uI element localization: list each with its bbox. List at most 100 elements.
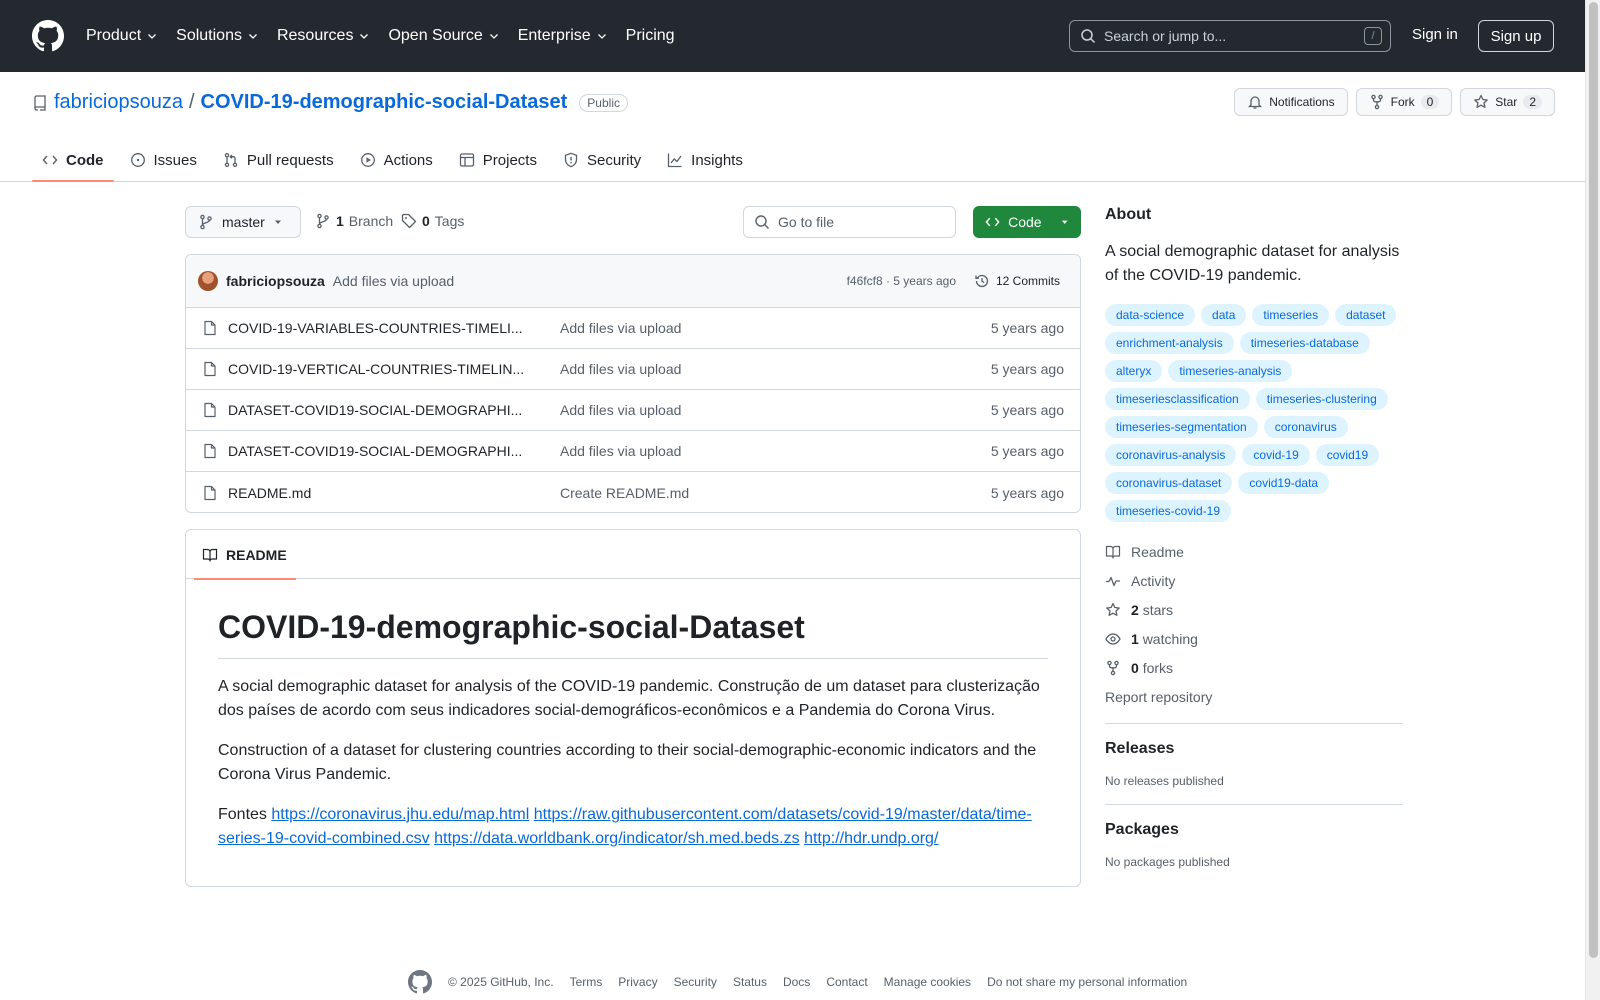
nav-open-source[interactable]: Open Source — [388, 27, 499, 45]
nav-enterprise[interactable]: Enterprise — [518, 27, 608, 45]
nav-solutions[interactable]: Solutions — [176, 27, 259, 45]
nav-product[interactable]: Product — [86, 27, 158, 45]
file-row[interactable]: DATASET-COVID19-SOCIAL-DEMOGRAPHI... Add… — [186, 390, 1080, 431]
topic-tag[interactable]: timeseries-covid-19 — [1105, 500, 1232, 522]
topic-tag[interactable]: covid19-data — [1238, 472, 1330, 494]
file-commit-message[interactable]: Create README.md — [560, 485, 689, 501]
topic-tag[interactable]: timeseries-segmentation — [1105, 416, 1258, 438]
repo-name-link[interactable]: COVID-19-demographic-social-Dataset — [201, 91, 568, 114]
topic-tag[interactable]: timeseries-database — [1239, 332, 1370, 354]
footer-link-manage-cookies[interactable]: Manage cookies — [884, 975, 971, 989]
about-sidebar: About A social demographic dataset for a… — [1105, 206, 1403, 885]
topic-tag[interactable]: enrichment-analysis — [1105, 332, 1234, 354]
branches-link[interactable]: 1 Branch — [315, 213, 393, 229]
commits-history-link[interactable]: 12 Commits — [974, 273, 1060, 289]
file-commit-message[interactable]: Add files via upload — [560, 443, 681, 459]
footer-link-security[interactable]: Security — [674, 975, 717, 989]
branch-icon — [200, 214, 212, 230]
fork-button[interactable]: Fork 0 — [1355, 88, 1453, 116]
topic-tag[interactable]: coronavirus-analysis — [1105, 444, 1237, 466]
topic-tag[interactable]: dataset — [1335, 304, 1397, 326]
caret-down-icon — [274, 220, 281, 224]
source-link[interactable]: http://hdr.undp.org/ — [804, 830, 938, 847]
graph-icon — [668, 153, 682, 168]
topic-tag[interactable]: alteryx — [1105, 360, 1163, 382]
file-icon — [204, 485, 216, 500]
scrollbar-thumb[interactable] — [1589, 2, 1598, 958]
readme-link[interactable]: Readme — [1105, 542, 1403, 562]
tab-insights[interactable]: Insights — [657, 138, 753, 182]
signin-link[interactable]: Sign in — [1412, 26, 1458, 43]
releases-heading[interactable]: Releases — [1105, 740, 1403, 758]
nav-resources[interactable]: Resources — [277, 27, 370, 45]
file-commit-message[interactable]: Add files via upload — [560, 402, 681, 418]
topic-tag[interactable]: data — [1201, 304, 1247, 326]
footer-link-contact[interactable]: Contact — [826, 975, 867, 989]
tab-pull-requests[interactable]: Pull requests — [213, 138, 344, 182]
packages-heading[interactable]: Packages — [1105, 821, 1403, 839]
github-logo-icon[interactable] — [32, 20, 64, 52]
stars-link[interactable]: 2 stars — [1105, 600, 1403, 620]
commit-author-link[interactable]: fabriciopsouza — [226, 273, 325, 289]
footer-link-terms[interactable]: Terms — [570, 975, 603, 989]
file-name-link[interactable]: README.md — [228, 485, 528, 501]
file-row[interactable]: DATASET-COVID19-SOCIAL-DEMOGRAPHI... Add… — [186, 431, 1080, 472]
tab-actions[interactable]: Actions — [350, 138, 443, 182]
topic-tag[interactable]: timeseries-clustering — [1255, 388, 1388, 410]
github-logo-icon[interactable] — [408, 970, 432, 994]
source-link[interactable]: https://data.worldbank.org/indicator/sh.… — [434, 830, 800, 847]
topic-tag[interactable]: coronavirus-dataset — [1105, 472, 1233, 494]
footer-link-status[interactable]: Status — [733, 975, 767, 989]
file-commit-message[interactable]: Add files via upload — [560, 361, 681, 377]
signup-button[interactable]: Sign up — [1478, 20, 1554, 52]
file-name-link[interactable]: DATASET-COVID19-SOCIAL-DEMOGRAPHI... — [228, 402, 528, 418]
topic-tag[interactable]: coronavirus — [1263, 416, 1348, 438]
file-name-link[interactable]: DATASET-COVID19-SOCIAL-DEMOGRAPHI... — [228, 443, 528, 459]
source-link[interactable]: https://coronavirus.jhu.edu/map.html — [271, 806, 529, 823]
nav-pricing[interactable]: Pricing — [626, 27, 675, 45]
tab-projects[interactable]: Projects — [449, 138, 547, 182]
file-icon — [204, 361, 216, 377]
chevron-down-icon — [148, 34, 157, 39]
commit-hash-time[interactable]: f46fcf8 · 5 years ago — [847, 274, 956, 288]
branch-selector[interactable]: master — [185, 206, 301, 238]
file-icon — [204, 443, 216, 459]
footer-link-docs[interactable]: Docs — [783, 975, 810, 989]
topic-tag[interactable]: covid-19 — [1242, 444, 1310, 466]
about-links: Readme Activity 2 stars 1 watching 0 for… — [1105, 542, 1403, 724]
forks-link[interactable]: 0 forks — [1105, 658, 1403, 678]
page-scrollbar[interactable] — [1585, 0, 1600, 1000]
file-row[interactable]: COVID-19-VARIABLES-COUNTRIES-TIMELI... A… — [186, 308, 1080, 349]
readme-body: COVID-19-demographic-social-Dataset A so… — [186, 579, 1080, 851]
footer-link-privacy[interactable]: Privacy — [618, 975, 657, 989]
topic-tag[interactable]: covid19 — [1315, 444, 1380, 466]
tab-security[interactable]: Security — [553, 138, 651, 182]
releases-empty: No releases published — [1105, 774, 1224, 788]
tab-issues[interactable]: Issues — [120, 138, 207, 182]
file-name-link[interactable]: COVID-19-VARIABLES-COUNTRIES-TIMELI... — [228, 320, 528, 336]
footer-link-do-not-share[interactable]: Do not share my personal information — [987, 975, 1187, 989]
topic-tag[interactable]: timeseries — [1252, 304, 1330, 326]
notifications-button[interactable]: Notifications — [1234, 88, 1348, 116]
star-button[interactable]: Star 2 — [1460, 88, 1555, 116]
commit-message-link[interactable]: Add files via upload — [333, 273, 454, 289]
topic-tag[interactable]: timeseries-analysis — [1168, 360, 1293, 382]
go-to-file-input[interactable]: Go to file — [743, 206, 956, 238]
file-name-link[interactable]: COVID-19-VERTICAL-COUNTRIES-TIMELIN... — [228, 361, 528, 377]
readme-tab[interactable]: README — [194, 530, 296, 580]
code-button[interactable]: Code — [973, 206, 1081, 238]
file-row[interactable]: COVID-19-VERTICAL-COUNTRIES-TIMELIN... A… — [186, 349, 1080, 390]
avatar[interactable] — [198, 271, 218, 291]
tags-link[interactable]: 0 Tags — [401, 213, 464, 229]
report-repository-link[interactable]: Report repository — [1105, 687, 1403, 707]
search-input[interactable]: Search or jump to... / — [1069, 20, 1391, 52]
topic-tag[interactable]: timeseriesclassification — [1105, 388, 1250, 410]
file-row[interactable]: README.md Create README.md 5 years ago — [186, 472, 1080, 512]
watchers-link[interactable]: 1 watching — [1105, 629, 1403, 649]
global-header: Product Solutions Resources Open Source … — [0, 0, 1585, 72]
activity-link[interactable]: Activity — [1105, 571, 1403, 591]
topic-tag[interactable]: data-science — [1105, 304, 1196, 326]
tab-code[interactable]: Code — [32, 138, 114, 182]
file-commit-message[interactable]: Add files via upload — [560, 320, 681, 336]
repo-owner-link[interactable]: fabriciopsouza — [54, 91, 183, 114]
